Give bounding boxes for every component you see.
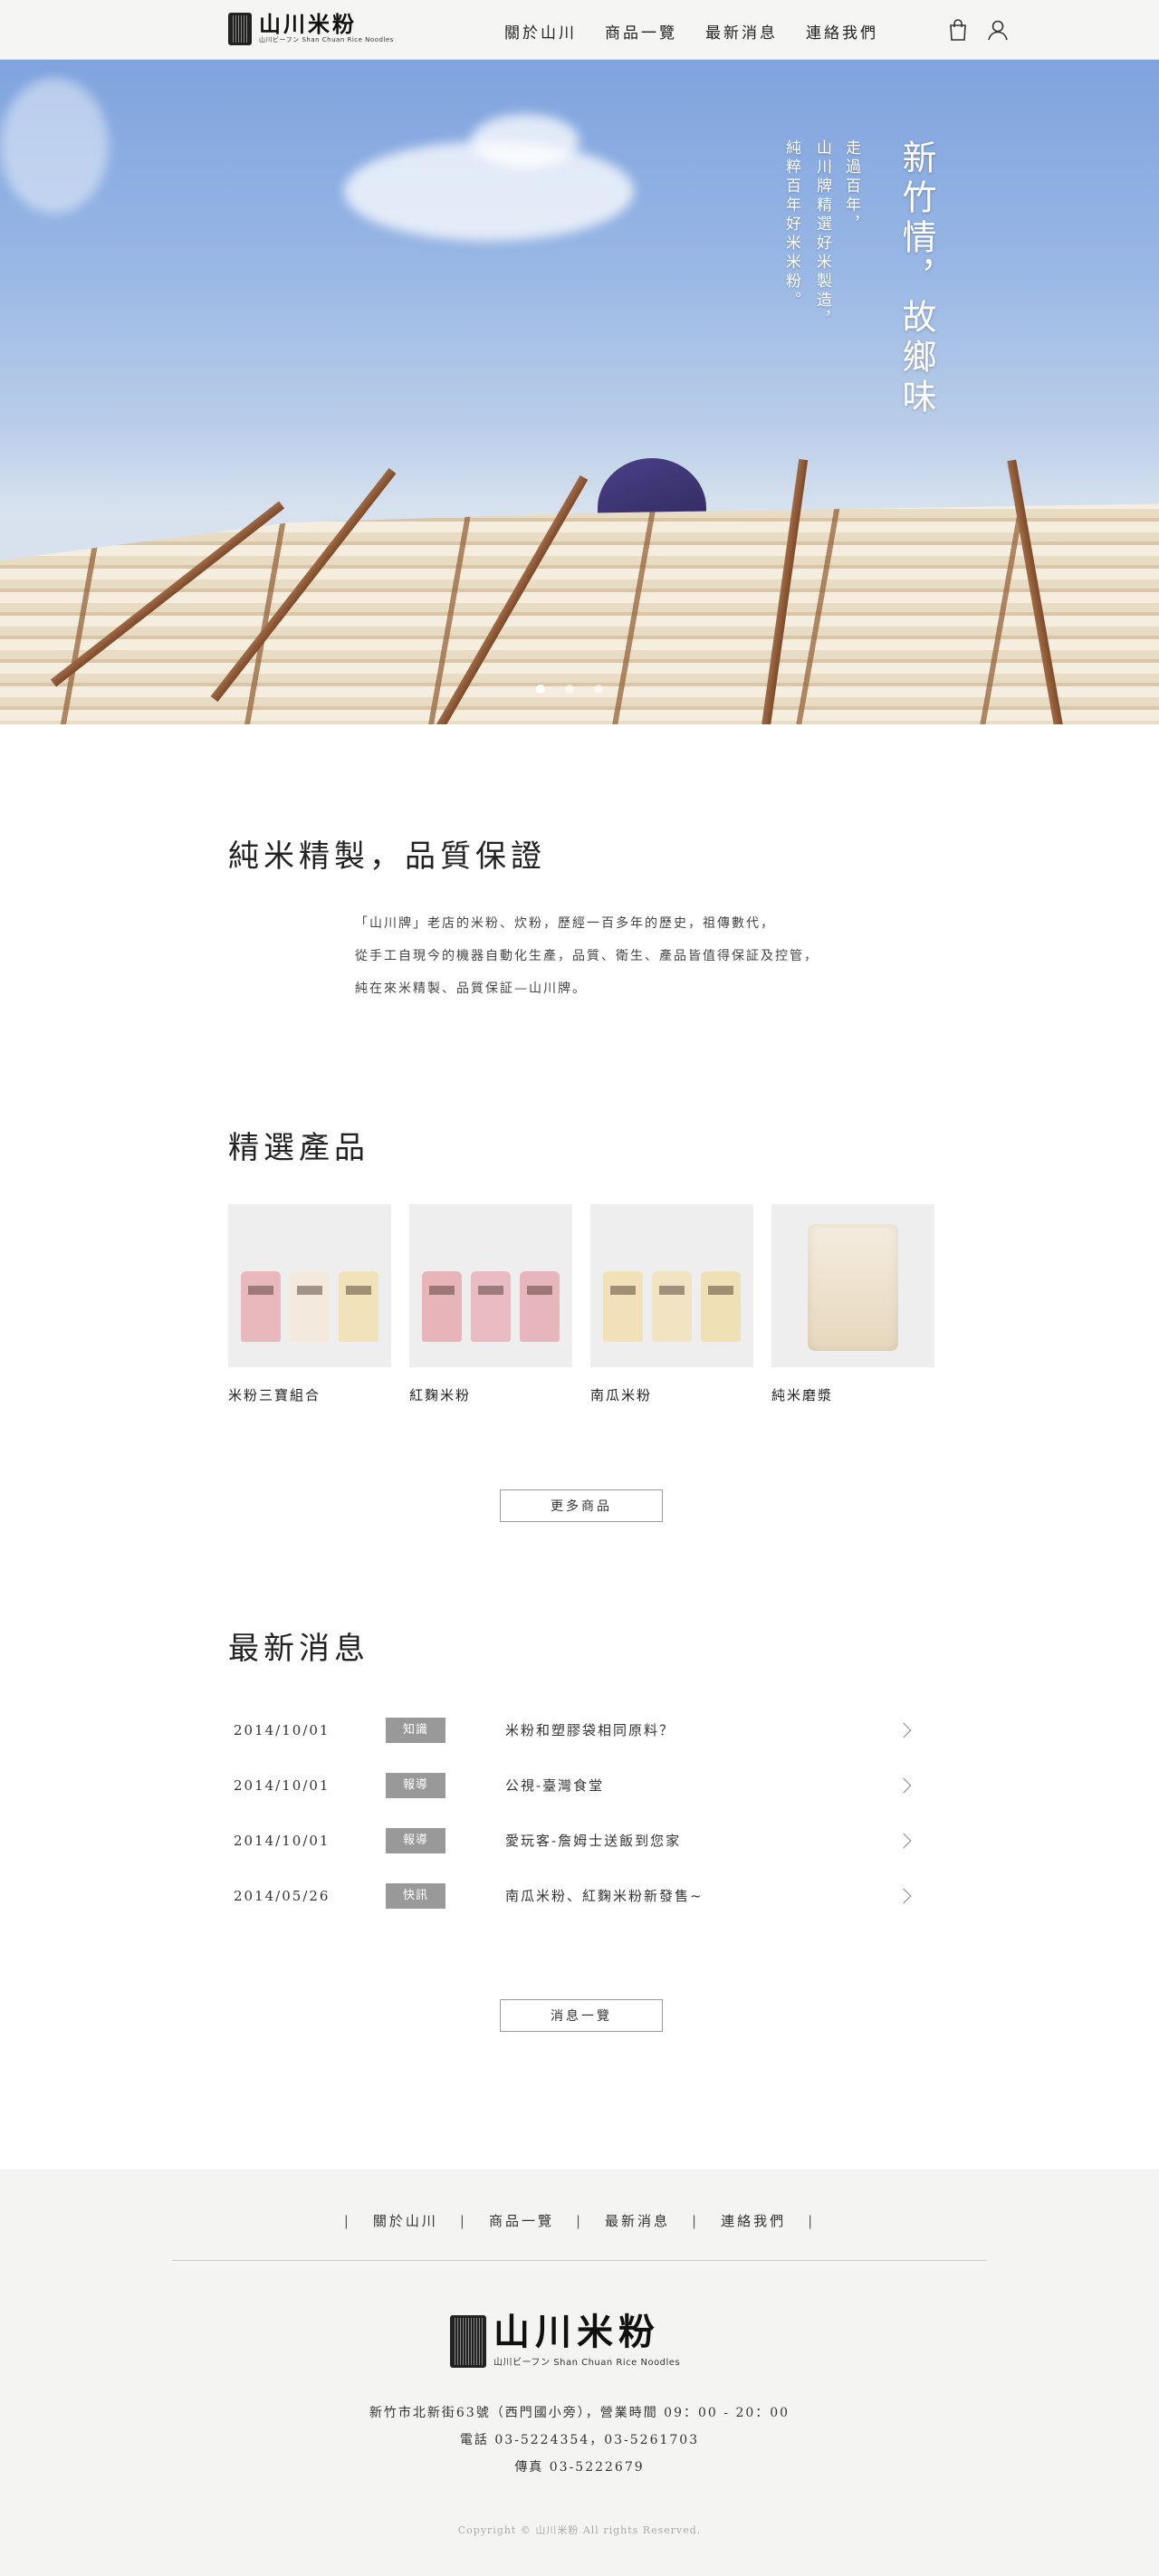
logo-mark-icon xyxy=(450,2314,486,2368)
intro-line: 「山川牌」老店的米粉、炊粉，歷經一百多年的歷史，祖傳數代， xyxy=(355,916,775,931)
site-header: 山川米粉 山川ビーフン Shan Chuan Rice Noodles 關於山川… xyxy=(0,0,1159,60)
logo-subtitle: 山川ビーフン Shan Chuan Rice Noodles xyxy=(259,36,394,43)
product-card[interactable]: 南瓜米粉 xyxy=(590,1204,753,1404)
product-image[interactable] xyxy=(590,1204,753,1367)
news-headline[interactable]: 愛玩客-詹姆士送飯到您家 xyxy=(505,1831,898,1850)
product-image[interactable] xyxy=(771,1204,934,1367)
more-products-button[interactable]: 更多商品 xyxy=(500,1489,663,1522)
footer-nav-about[interactable]: 關於山川 xyxy=(373,2211,438,2230)
news-list: 2014/10/01 知識 米粉和塑膠袋相同原料？ 2014/10/01 報導 … xyxy=(228,1702,916,1923)
news-row[interactable]: 2014/10/01 報導 公視-臺灣食堂 xyxy=(228,1757,916,1813)
chevron-right-icon[interactable] xyxy=(896,1722,912,1738)
footer-nav-products[interactable]: 商品一覽 xyxy=(489,2211,554,2230)
intro-paragraph: 「山川牌」老店的米粉、炊粉，歷經一百多年的歷史，祖傳數代， 從手工自現今的機器自… xyxy=(355,907,819,1005)
chevron-right-icon[interactable] xyxy=(896,1777,912,1793)
footer-divider: | xyxy=(692,2212,700,2229)
product-card[interactable]: 純米磨漿 xyxy=(771,1204,934,1404)
footer-divider-line xyxy=(172,2260,987,2261)
carousel-dot[interactable] xyxy=(594,685,603,694)
copyright: Copyright © 山川米粉 All rights Reserved. xyxy=(457,2524,702,2536)
logo-title: 山川米粉 xyxy=(259,11,357,37)
nav-news[interactable]: 最新消息 xyxy=(705,20,778,43)
product-name[interactable]: 紅麴米粉 xyxy=(409,1385,572,1404)
footer-logo-title: 山川米粉 xyxy=(493,2311,660,2353)
news-row[interactable]: 2014/10/01 知識 米粉和塑膠袋相同原料？ xyxy=(228,1702,916,1757)
news-row[interactable]: 2014/10/01 報導 愛玩客-詹姆士送飯到您家 xyxy=(228,1813,916,1868)
nav-about[interactable]: 關於山川 xyxy=(504,20,577,43)
cloud-shape xyxy=(471,114,580,168)
product-list: 米粉三寶組合 紅麴米粉 南瓜米粉 純米磨漿 xyxy=(228,1204,934,1404)
product-image[interactable] xyxy=(228,1204,391,1367)
cloud-shape xyxy=(0,78,109,214)
news-row[interactable]: 2014/05/26 快訊 南瓜米粉、紅麴米粉新發售~ xyxy=(228,1868,916,1923)
shopping-bag-icon[interactable] xyxy=(946,18,970,42)
footer-divider: | xyxy=(575,2212,584,2229)
footer-divider: | xyxy=(343,2212,351,2229)
carousel-dot[interactable] xyxy=(565,685,574,694)
main-nav: 關於山川 商品一覽 最新消息 連絡我們 xyxy=(504,20,878,43)
news-tag: 知識 xyxy=(386,1717,445,1743)
product-card[interactable]: 米粉三寶組合 xyxy=(228,1204,391,1404)
news-headline[interactable]: 公視-臺灣食堂 xyxy=(505,1776,898,1795)
footer-logo[interactable]: 山川米粉 山川ビーフン Shan Chuan Rice Noodles xyxy=(450,2314,680,2368)
hero-sub-line-2: 山川牌精選好米製造， xyxy=(813,139,831,330)
products-title: 精選產品 xyxy=(228,1130,369,1166)
product-name[interactable]: 米粉三寶組合 xyxy=(228,1385,391,1404)
chevron-right-icon[interactable] xyxy=(896,1833,912,1848)
hero-title: 新竹情，故鄉味 xyxy=(896,139,936,418)
footer-nav-news[interactable]: 最新消息 xyxy=(605,2211,670,2230)
product-name[interactable]: 南瓜米粉 xyxy=(590,1385,753,1404)
news-date: 2014/10/01 xyxy=(234,1776,330,1794)
footer-divider: | xyxy=(459,2212,467,2229)
product-image[interactable] xyxy=(409,1204,572,1367)
user-account-icon[interactable] xyxy=(986,18,1010,42)
intro-title: 純米精製，品質保證 xyxy=(228,838,546,875)
intro-line: 純在來米精製、品質保証—山川牌。 xyxy=(355,982,587,996)
product-card[interactable]: 紅麴米粉 xyxy=(409,1204,572,1404)
product-name[interactable]: 純米磨漿 xyxy=(771,1385,934,1404)
nav-contact[interactable]: 連絡我們 xyxy=(806,20,878,43)
nav-products[interactable]: 商品一覽 xyxy=(605,20,677,43)
hero-sub-line-3: 純粹百年好米米粉。 xyxy=(782,139,800,311)
news-headline[interactable]: 南瓜米粉、紅麴米粉新發售~ xyxy=(505,1886,898,1905)
header-icons xyxy=(946,18,1010,42)
news-headline[interactable]: 米粉和塑膠袋相同原料？ xyxy=(505,1720,898,1739)
chevron-right-icon[interactable] xyxy=(896,1888,912,1903)
news-date: 2014/10/01 xyxy=(234,1721,330,1738)
news-tag: 報導 xyxy=(386,1827,445,1853)
news-tag: 報導 xyxy=(386,1772,445,1798)
footer-contact-info: 新竹市北新街63號（西門國小旁），營業時間 09：00 - 20：00 電話 0… xyxy=(0,2399,1159,2481)
footer-nav: | 關於山川 | 商品一覽 | 最新消息 | 連絡我們 | xyxy=(0,2211,1159,2230)
footer-fax: 傳真 03-5222679 xyxy=(514,2460,645,2475)
brand-logo[interactable]: 山川米粉 山川ビーフン Shan Chuan Rice Noodles xyxy=(228,13,394,45)
logo-text: 山川米粉 山川ビーフン Shan Chuan Rice Noodles xyxy=(259,14,394,44)
intro-line: 從手工自現今的機器自動化生產，品質、衛生、產品皆值得保証及控管， xyxy=(355,949,819,963)
carousel-dot[interactable] xyxy=(536,685,545,694)
logo-text: 山川米粉 山川ビーフン Shan Chuan Rice Noodles xyxy=(493,2311,681,2369)
logo-mark-icon xyxy=(228,13,252,45)
hero-banner: 新竹情，故鄉味 走過百年， 山川牌精選好米製造， 純粹百年好米米粉。 xyxy=(0,60,1159,724)
footer-nav-contact[interactable]: 連絡我們 xyxy=(721,2211,786,2230)
footer-logo-subtitle: 山川ビーフン Shan Chuan Rice Noodles xyxy=(493,2358,681,2368)
footer-divider: | xyxy=(808,2212,816,2229)
footer-phone: 電話 03-5224354，03-5261703 xyxy=(459,2433,700,2447)
site-footer: | 關於山川 | 商品一覽 | 最新消息 | 連絡我們 | 山川米粉 山川ビーフ… xyxy=(0,2169,1159,2576)
news-title: 最新消息 xyxy=(228,1631,369,1667)
hero-sub-line-1: 走過百年， xyxy=(842,139,860,235)
carousel-dots xyxy=(536,685,603,694)
news-tag: 快訊 xyxy=(386,1882,445,1909)
news-list-button[interactable]: 消息一覽 xyxy=(500,1999,663,2032)
footer-address: 新竹市北新街63號（西門國小旁），營業時間 09：00 - 20：00 xyxy=(369,2406,790,2420)
news-date: 2014/05/26 xyxy=(234,1887,330,1904)
news-date: 2014/10/01 xyxy=(234,1832,330,1849)
